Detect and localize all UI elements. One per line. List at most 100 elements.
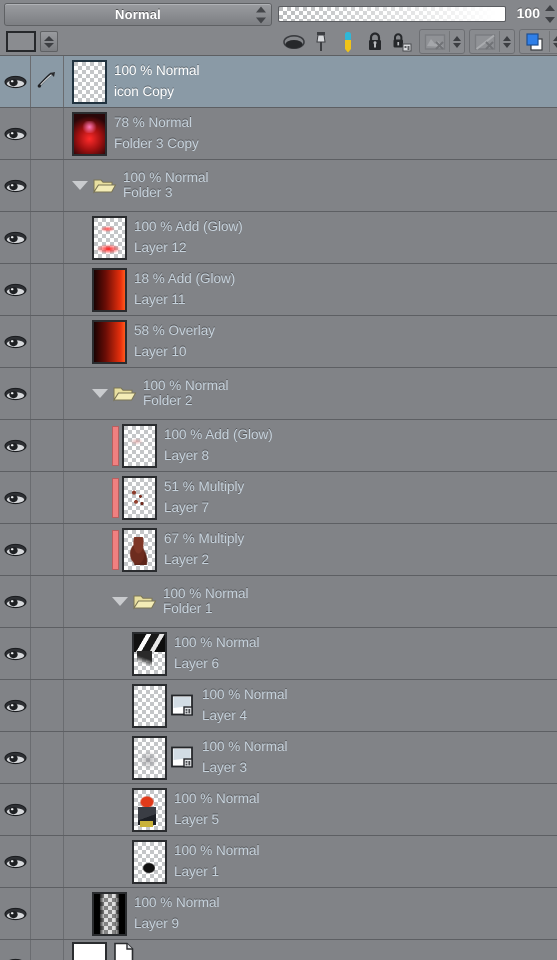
- draw-target-icon[interactable]: [36, 69, 58, 94]
- layer-row[interactable]: 58 % Overlay Layer 10: [0, 316, 557, 368]
- layer-thumbnail[interactable]: [92, 267, 127, 312]
- visibility-toggle[interactable]: [0, 888, 31, 939]
- visibility-icon[interactable]: [4, 75, 27, 89]
- layer-thumbnail[interactable]: [132, 735, 167, 780]
- layer-thumbnail[interactable]: [72, 59, 107, 104]
- layer-content[interactable]: 100 % Normal Folder 3: [64, 160, 557, 211]
- visibility-toggle[interactable]: [0, 784, 31, 835]
- draw-target-cell[interactable]: [31, 836, 64, 887]
- layer-content[interactable]: 100 % Normal Folder 2: [64, 368, 557, 419]
- layer-thumbnail[interactable]: [122, 527, 157, 572]
- draw-target-cell[interactable]: [31, 160, 64, 211]
- visibility-toggle[interactable]: [0, 316, 31, 367]
- layer-content[interactable]: 100 % Normal Layer 9: [64, 888, 557, 939]
- layer-content[interactable]: 18 % Add (Glow) Layer 11: [64, 264, 557, 315]
- visibility-icon[interactable]: [4, 751, 27, 765]
- layer-row[interactable]: 67 % Multiply Layer 2: [0, 524, 557, 576]
- visibility-icon[interactable]: [4, 803, 27, 817]
- layer-rows-container[interactable]: 100 % Normal icon Copy 78 % Normal Folder 3…: [0, 56, 557, 960]
- layer-mask-thumbnail-icon[interactable]: [171, 746, 195, 770]
- layer-content[interactable]: 67 % Multiply Layer 2: [64, 524, 557, 575]
- visibility-icon[interactable]: [4, 647, 27, 661]
- layer-content[interactable]: 58 % Overlay Layer 10: [64, 316, 557, 367]
- layer-thumbnail[interactable]: [132, 631, 167, 676]
- draw-target-cell[interactable]: [31, 368, 64, 419]
- draw-target-cell[interactable]: [31, 784, 64, 835]
- opacity-stepper[interactable]: [544, 5, 555, 23]
- folder-row[interactable]: 100 % Normal Folder 3: [0, 160, 557, 212]
- lock-alpha-icon[interactable]: [388, 29, 415, 54]
- visibility-icon[interactable]: [4, 335, 27, 349]
- blend-mode-select[interactable]: Normal: [4, 3, 272, 26]
- draw-target-cell[interactable]: [31, 888, 64, 939]
- layer-mask-delete-icon[interactable]: [470, 29, 499, 54]
- layer-row[interactable]: 100 % Normal Layer 3: [0, 732, 557, 784]
- visibility-icon[interactable]: [4, 127, 27, 141]
- layer-content[interactable]: 100 % Add (Glow) Layer 12: [64, 212, 557, 263]
- visibility-toggle[interactable]: [0, 160, 31, 211]
- draw-target-cell[interactable]: [31, 680, 64, 731]
- layer-row[interactable]: 100 % Normal Layer 1: [0, 836, 557, 888]
- layer-content[interactable]: 100 % Normal icon Copy: [64, 56, 557, 107]
- layer-content[interactable]: 100 % Add (Glow) Layer 8: [64, 420, 557, 471]
- layer-thumbnail[interactable]: [122, 423, 157, 468]
- layer-content[interactable]: 100 % Normal Folder 1: [64, 576, 557, 627]
- visibility-toggle[interactable]: [0, 108, 31, 159]
- visibility-icon[interactable]: [4, 179, 27, 193]
- folder-expand-triangle-icon[interactable]: [72, 181, 88, 190]
- visibility-icon[interactable]: [4, 439, 27, 453]
- blend-mode-stepper[interactable]: [255, 6, 266, 23]
- layer-mask-delete-stepper[interactable]: [499, 31, 514, 52]
- visibility-icon[interactable]: [4, 387, 27, 401]
- draw-target-cell[interactable]: [31, 524, 64, 575]
- layer-thumbnail[interactable]: [72, 942, 107, 960]
- visibility-icon[interactable]: [4, 283, 27, 297]
- layer-color-icon[interactable]: [520, 29, 549, 54]
- layer-color-stepper-2[interactable]: [549, 31, 557, 52]
- layer-row[interactable]: 78 % Normal Folder 3 Copy: [0, 108, 557, 160]
- draw-target-cell[interactable]: [31, 732, 64, 783]
- visibility-icon[interactable]: [4, 595, 27, 609]
- paper-row[interactable]: Paper: [0, 940, 557, 960]
- draw-target-cell[interactable]: [31, 628, 64, 679]
- layer-thumbnail[interactable]: [132, 839, 167, 884]
- draw-target-cell[interactable]: [31, 264, 64, 315]
- layer-color-swatch[interactable]: [6, 31, 36, 52]
- visibility-toggle[interactable]: [0, 524, 31, 575]
- layer-row[interactable]: 51 % Multiply Layer 7: [0, 472, 557, 524]
- selection-source-icon[interactable]: [334, 29, 361, 54]
- visibility-toggle[interactable]: [0, 680, 31, 731]
- layer-thumbnail[interactable]: [132, 787, 167, 832]
- layer-thumbnail[interactable]: [72, 111, 107, 156]
- visibility-toggle[interactable]: [0, 940, 31, 960]
- layer-row[interactable]: 18 % Add (Glow) Layer 11: [0, 264, 557, 316]
- layer-content[interactable]: 100 % Normal Layer 6: [64, 628, 557, 679]
- layer-content[interactable]: 100 % Normal Layer 5: [64, 784, 557, 835]
- visibility-icon[interactable]: [4, 855, 27, 869]
- folder-expand-triangle-icon[interactable]: [92, 389, 108, 398]
- layer-mask-icon[interactable]: [420, 29, 449, 54]
- draw-target-cell[interactable]: [31, 212, 64, 263]
- visibility-icon[interactable]: [4, 907, 27, 921]
- layer-row[interactable]: 100 % Add (Glow) Layer 12: [0, 212, 557, 264]
- opacity-slider[interactable]: [278, 6, 506, 22]
- layer-content[interactable]: 100 % Normal Layer 4: [64, 680, 557, 731]
- lock-layer-icon[interactable]: [361, 29, 388, 54]
- layer-thumbnail[interactable]: [132, 683, 167, 728]
- visibility-toggle[interactable]: [0, 56, 31, 107]
- folder-row[interactable]: 100 % Normal Folder 1: [0, 576, 557, 628]
- layer-thumbnail[interactable]: [92, 319, 127, 364]
- preserve-opacity-icon[interactable]: [307, 29, 334, 54]
- layer-mask-thumbnail-icon[interactable]: [171, 694, 195, 718]
- visibility-toggle[interactable]: [0, 732, 31, 783]
- layer-row[interactable]: 100 % Normal Layer 4: [0, 680, 557, 732]
- layer-content[interactable]: 100 % Normal Layer 3: [64, 732, 557, 783]
- visibility-toggle[interactable]: [0, 836, 31, 887]
- layer-row[interactable]: 100 % Normal icon Copy: [0, 56, 557, 108]
- visibility-toggle[interactable]: [0, 368, 31, 419]
- visibility-toggle[interactable]: [0, 472, 31, 523]
- draw-target-cell[interactable]: [31, 316, 64, 367]
- layer-content[interactable]: 51 % Multiply Layer 7: [64, 472, 557, 523]
- visibility-icon[interactable]: [4, 491, 27, 505]
- layer-thumbnail[interactable]: [122, 475, 157, 520]
